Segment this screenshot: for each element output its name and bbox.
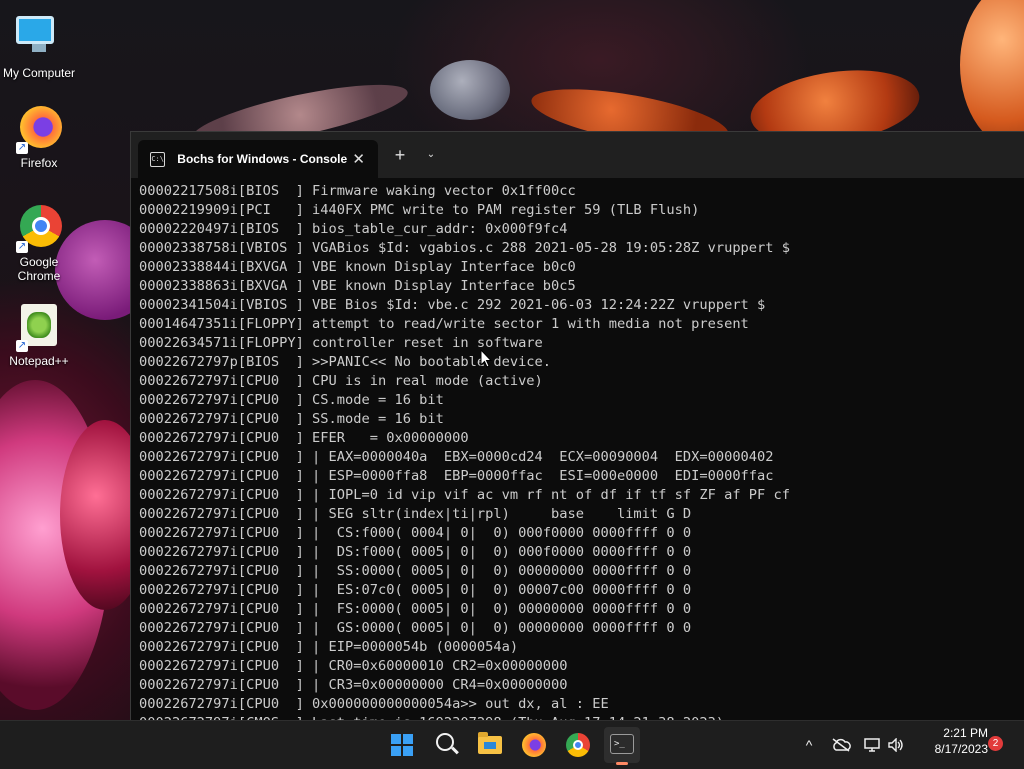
clock[interactable]: 2:21 PM 8/17/2023 [912,725,988,757]
wallpaper-shape [430,60,510,120]
desktop-icon-label: Notepad++ [9,354,69,368]
console-line: 00022634571i[FLOPPY] controller reset in… [139,335,543,351]
console-line: 00022672797i[CPU0 ] | SS:0000( 0005| 0| … [139,563,692,579]
console-line: 00022672797i[CPU0 ] CS.mode = 16 bit [139,392,444,408]
console-line: 00002338863i[BXVGA ] VBE known Display I… [139,278,576,294]
new-tab-button[interactable]: + [389,144,411,166]
console-line: 00022672797i[CPU0 ] | ES:07c0( 0005| 0| … [139,582,692,598]
desktop-icon-google-chrome[interactable]: ↗ Google Chrome [1,205,77,283]
tab-bochs-console[interactable]: C:\ Bochs for Windows - Console ✕ [138,140,378,178]
notepadpp-icon: ↗ [16,304,62,352]
console-line: 00022672797i[CPU0 ] | ESP=0000ffa8 EBP=0… [139,468,774,484]
console-line: 00002217508i[BIOS ] Firmware waking vect… [139,183,576,199]
onedrive-icon[interactable] [830,731,852,759]
close-icon[interactable]: ✕ [347,150,370,168]
console-line: 00022672797i[CPU0 ] | GS:0000( 0005| 0| … [139,620,692,636]
console-line: 00022672797i[CPU0 ] CPU is in real mode … [139,373,543,389]
console-line: 00002338844i[BXVGA ] VBE known Display I… [139,259,576,275]
clock-date: 8/17/2023 [934,742,988,756]
shortcut-arrow-icon: ↗ [16,142,28,154]
windows-logo-icon [391,734,413,756]
tab-title: Bochs for Windows - Console [177,152,348,166]
console-line: 00022672797i[CPU0 ] | CR0=0x60000010 CR2… [139,658,568,674]
tab-bar: C:\ Bochs for Windows - Console ✕ + ⌄ [131,132,1024,178]
console-line: 00022672797i[CPU0 ] | FS:0000( 0005| 0| … [139,601,692,617]
desktop-icon-label: My Computer [2,66,76,80]
console-line: 00002341504i[VBIOS ] VBE Bios $Id: vbe.c… [139,297,766,313]
console-line: 00022672797i[CPU0 ] | DS:f000( 0005| 0| … [139,544,692,560]
clock-time: 2:21 PM [943,726,988,740]
console-line: 00022672797i[CPU0 ] | CS:f000( 0004| 0| … [139,525,692,541]
console-line: 00022672797i[CPU0 ] EFER = 0x00000000 [139,430,469,446]
shortcut-arrow-icon: ↗ [16,241,28,253]
chrome-icon: ↗ [16,205,62,253]
network-icon[interactable] [862,731,884,759]
terminal-taskbar-button[interactable]: >_ [604,727,640,765]
active-app-indicator [616,762,628,765]
console-line: 00022672797i[CPU0 ] | SEG sltr(index|ti|… [139,506,692,522]
terminal-window[interactable]: C:\ Bochs for Windows - Console ✕ + ⌄ 00… [130,131,1024,721]
chrome-taskbar-button[interactable] [560,727,596,763]
console-line: 00022672797i[CPU0 ] 0x000000000000054a>>… [139,696,609,712]
start-button[interactable] [384,727,420,763]
console-line: 00022672797i[CPU0 ] | EIP=0000054b (0000… [139,639,519,655]
folder-icon [478,732,502,754]
console-line: 00022672797i[CPU0 ] SS.mode = 16 bit [139,411,444,427]
show-hidden-icons-button[interactable]: ^ [798,731,820,759]
console-line: 00002220497i[BIOS ] bios_table_cur_addr:… [139,221,568,237]
console-line: 00002219909i[PCI ] i440FX PMC write to P… [139,202,700,218]
terminal-icon: >_ [610,734,634,754]
firefox-taskbar-button[interactable] [516,727,552,763]
desktop-icon-notepadpp[interactable]: ↗ Notepad++ [1,304,77,368]
desktop-icon-firefox[interactable]: ↗ Firefox [1,106,77,170]
search-button[interactable] [428,727,464,763]
console-icon: C:\ [150,151,166,167]
console-line: 00022672797i[CPU0 ] | EAX=0000040a EBX=0… [139,449,774,465]
console-line: 00022672797p[BIOS ] >>PANIC<< No bootabl… [139,354,552,370]
taskbar: >_ ^ 2:21 PM 8/17/2023 [0,720,1024,769]
desktop-icon-label: Firefox [20,156,58,170]
firefox-icon [522,733,546,757]
search-icon [436,733,454,751]
console-line: 00014647351i[FLOPPY] attempt to read/wri… [139,316,749,332]
console-line: 00022672797i[CPU0 ] | IOPL=0 id vip vif … [139,487,791,503]
firefox-icon: ↗ [16,106,62,154]
console-line: 00022672797i[CPU0 ] | CR3=0x00000000 CR4… [139,677,568,693]
desktop-icon-label: Google Chrome [17,255,61,283]
wallpaper-shape [960,0,1024,150]
chrome-icon [566,733,590,757]
volume-icon[interactable] [886,731,906,759]
desktop-icon-my-computer[interactable]: My Computer [1,10,77,80]
console-line: 00002338758i[VBIOS ] VGABios $Id: vgabio… [139,240,791,256]
mouse-cursor-icon [480,348,493,373]
shortcut-arrow-icon: ↗ [16,340,28,352]
monitor-icon [16,16,62,62]
console-output[interactable]: 00002217508i[BIOS ] Firmware waking vect… [139,182,1024,721]
notification-badge[interactable]: 2 [988,736,1003,751]
file-explorer-button[interactable] [472,727,508,763]
chevron-down-icon[interactable]: ⌄ [421,144,441,166]
